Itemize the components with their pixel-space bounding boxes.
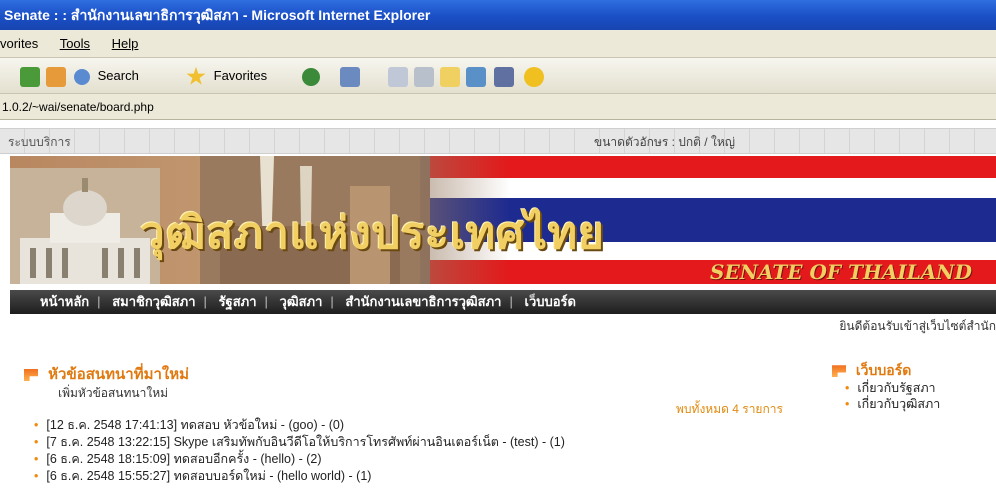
board-title: หัวข้อสนทนาที่มาใหม่	[48, 366, 190, 383]
font-size-control[interactable]: ขนาดตัวอักษร : ปกติ / ใหญ่	[594, 129, 735, 155]
media-player-icon[interactable]	[494, 65, 514, 87]
parliament-building-image	[10, 168, 160, 284]
nav-item-webboard[interactable]: เว็บบอร์ด	[525, 294, 576, 309]
new-topic-link[interactable]: เพิ่มหัวข้อสนทนาใหม่	[58, 384, 168, 403]
sidebar-links: เกี่ยวกับรัฐสภา เกี่ยวกับวุฒิสภา	[845, 380, 940, 412]
topic-link[interactable]: [7 ธ.ค. 2548 13:22:15] Skype เสริมทัพกับ…	[34, 434, 564, 451]
history-icon[interactable]	[340, 65, 360, 87]
sidebar-title: เว็บบอร์ด	[855, 362, 912, 378]
favorites-label: Favorites	[213, 68, 268, 83]
nav-item-home[interactable]: หน้าหลัก	[40, 294, 89, 309]
nav-item-senate[interactable]: วุฒิสภา	[280, 294, 323, 309]
nav-item-parliament[interactable]: รัฐสภา	[219, 294, 257, 309]
flag-icon	[24, 369, 38, 382]
topic-link[interactable]: [12 ธ.ค. 2548 17:41:13] ทดสอบ หัวข้อใหม่…	[34, 417, 565, 434]
site-banner: วุฒิสภาแห่งประเทศไทย SENATE OF THAILAND	[10, 156, 996, 284]
menu-help[interactable]: Help	[112, 36, 139, 51]
print-icon[interactable]	[414, 65, 434, 87]
menu-tools[interactable]: Tools	[60, 36, 90, 51]
services-label[interactable]: ระบบบริการ	[8, 129, 71, 155]
window-title: Senate : : สำนักงานเลขาธิการวุฒิสภา - Mi…	[4, 7, 431, 23]
topic-count: พบทั้งหมด 4 รายการ	[676, 402, 783, 416]
main-nav: หน้าหลัก | สมาชิกวุฒิสภา | รัฐสภา | วุฒิสภา…	[10, 290, 996, 314]
banner-subtitle: SENATE OF THAILAND	[710, 260, 972, 284]
topic-list: [12 ธ.ค. 2548 17:41:13] ทดสอบ หัวข้อใหม่…	[34, 417, 565, 485]
smiley-icon[interactable]	[524, 65, 544, 87]
banner-title: วุฒิสภาแห่งประเทศไทย	[140, 208, 605, 259]
address-url[interactable]: 1.0.2/~wai/senate/board.php	[2, 100, 154, 114]
star-icon	[186, 66, 206, 85]
sidebar-link-parliament[interactable]: เกี่ยวกับรัฐสภา	[845, 380, 940, 396]
home-icon[interactable]	[46, 65, 66, 87]
nav-item-secretariat[interactable]: สำนักงานเลขาธิการวุฒิสภา	[345, 294, 501, 309]
search-label: Search	[97, 68, 139, 83]
flag-icon	[832, 365, 846, 378]
address-bar[interactable]: 1.0.2/~wai/senate/board.php	[0, 94, 996, 120]
page-content: ระบบบริการ ขนาดตัวอักษร : ปกติ / ใหญ่ วุ…	[0, 120, 996, 497]
refresh-icon[interactable]	[20, 65, 40, 87]
board-heading: หัวข้อสนทนาที่มาใหม่	[24, 362, 189, 386]
folder-icon[interactable]	[440, 65, 460, 87]
mail-icon[interactable]	[388, 65, 408, 87]
topic-link[interactable]: [6 ธ.ค. 2548 15:55:27] ทดสอบบอร์ดใหม่ - …	[34, 468, 565, 485]
welcome-text: ยินดีต้อนรับเข้าสู่เว็บไซต์สำนัก	[839, 319, 996, 333]
service-bar: ระบบบริการ ขนาดตัวอักษร : ปกติ / ใหญ่	[0, 128, 996, 154]
topic-link[interactable]: [6 ธ.ค. 2548 18:15:09] ทดสอบอีกครั้ง - (…	[34, 451, 565, 468]
nav-item-senators[interactable]: สมาชิกวุฒิสภา	[112, 294, 195, 309]
sidebar-heading: เว็บบอร์ด	[832, 360, 911, 382]
favorites-button[interactable]: Favorites	[186, 65, 267, 87]
sidebar-link-senate[interactable]: เกี่ยวกับวุฒิสภา	[845, 396, 940, 412]
search-button[interactable]: Search	[74, 65, 139, 87]
window-title-bar: Senate : : สำนักงานเลขาธิการวุฒิสภา - Mi…	[0, 0, 996, 30]
messenger-icon[interactable]	[466, 65, 486, 87]
search-icon	[74, 68, 90, 85]
menu-favorites[interactable]: vorites	[0, 36, 38, 51]
menu-bar: vorites Tools Help	[0, 30, 996, 58]
browser-toolbar: Search Favorites	[0, 58, 996, 94]
media-icon[interactable]	[302, 65, 320, 87]
